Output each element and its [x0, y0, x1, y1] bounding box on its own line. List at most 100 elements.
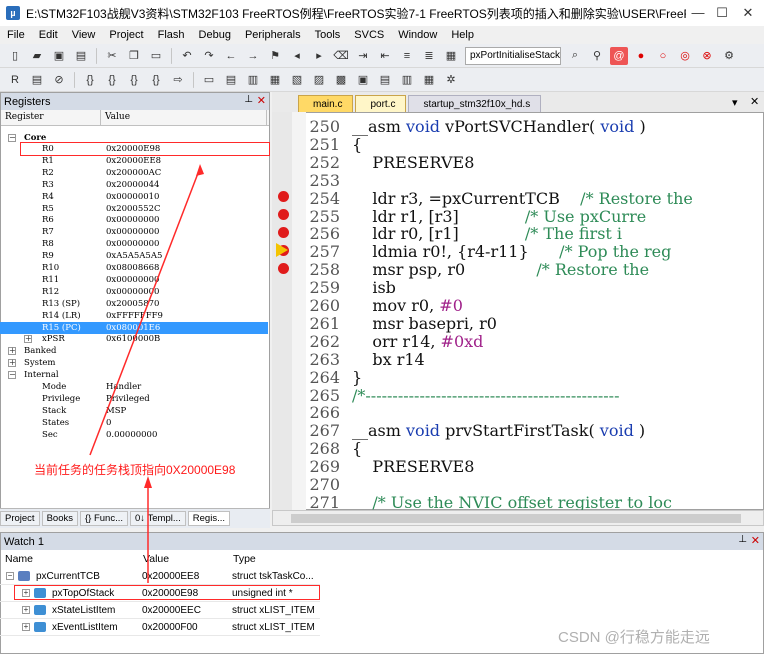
- comment-icon[interactable]: ≡: [398, 47, 416, 65]
- analysis-window-icon[interactable]: ▤: [376, 71, 394, 89]
- indent-icon[interactable]: ⇥: [354, 47, 372, 65]
- code-line[interactable]: }: [352, 368, 362, 387]
- menu-flash[interactable]: Flash: [151, 29, 192, 41]
- enable-breakpoint-icon[interactable]: ○: [654, 47, 672, 65]
- register-value[interactable]: 0x20005870: [106, 298, 159, 310]
- register-value[interactable]: 0x00000000: [106, 274, 159, 286]
- code-line[interactable]: {: [352, 135, 362, 154]
- register-row[interactable]: R7 0x00000000: [0, 226, 268, 238]
- menu-window[interactable]: Window: [391, 29, 444, 41]
- tab-main-c[interactable]: main.c: [298, 95, 354, 112]
- breakpoint-marker[interactable]: [278, 191, 289, 202]
- find-in-files-icon[interactable]: ▦: [442, 47, 460, 65]
- watch-row[interactable]: − pxCurrentTCB 0x20000EE8 struct tskTaskCo.…: [0, 568, 320, 585]
- menu-view[interactable]: View: [65, 29, 103, 41]
- scrollbar-thumb[interactable]: [291, 514, 741, 523]
- tabs-dropdown-icon[interactable]: ▾: [732, 96, 738, 109]
- symbols-window-icon[interactable]: ▥: [244, 71, 262, 89]
- copy-icon[interactable]: ❐: [125, 47, 143, 65]
- tab-functions[interactable]: {} Func...: [79, 511, 129, 526]
- column-type[interactable]: Type: [233, 553, 256, 565]
- uncomment-icon[interactable]: ≣: [420, 47, 438, 65]
- menu-help[interactable]: Help: [444, 29, 481, 41]
- breakpoint-marker[interactable]: [278, 227, 289, 238]
- expand-icon[interactable]: +: [22, 623, 30, 631]
- column-name[interactable]: Name: [5, 553, 33, 565]
- registers-window-icon[interactable]: ▦: [266, 71, 284, 89]
- find-combobox[interactable]: pxPortInitialiseStack: [465, 46, 561, 65]
- tree-node-banked[interactable]: + Banked: [0, 345, 268, 357]
- register-row[interactable]: R15 (PC) 0x080001E6: [0, 321, 268, 334]
- register-value[interactable]: 0x00000000: [106, 226, 159, 238]
- expand-icon[interactable]: +: [22, 606, 30, 614]
- serial-window-icon[interactable]: ▣: [354, 71, 372, 89]
- editor-horizontal-scrollbar[interactable]: [272, 510, 764, 526]
- code-line[interactable]: orr r14, #0xd: [352, 332, 483, 351]
- breakpoint-gutter[interactable]: [272, 112, 292, 510]
- register-value[interactable]: 0x20000EE8: [106, 155, 161, 167]
- bookmark-clear-icon[interactable]: ⌫: [332, 47, 350, 65]
- insert-breakpoint-icon[interactable]: ●: [632, 47, 650, 65]
- tab-templates[interactable]: 0↓ Templ...: [130, 511, 186, 526]
- cut-icon[interactable]: ✂: [103, 47, 121, 65]
- show-next-statement-icon[interactable]: ⇨: [169, 71, 187, 89]
- internal-row[interactable]: Sec 0.00000000: [0, 429, 268, 441]
- tree-node-internal[interactable]: − Internal: [0, 369, 268, 381]
- bookmark-icon[interactable]: ⚑: [266, 47, 284, 65]
- maximize-button[interactable]: ☐: [712, 4, 732, 22]
- step-over-icon[interactable]: {}: [103, 71, 121, 89]
- save-all-icon[interactable]: ▤: [72, 47, 90, 65]
- code-line[interactable]: ldr r3, =pxCurrentTCB /* Restore the: [352, 189, 693, 208]
- toolbox-icon[interactable]: ✲: [442, 71, 460, 89]
- code-line[interactable]: __asm void vPortSVCHandler( void ): [352, 118, 646, 136]
- register-row[interactable]: R6 0x00000000: [0, 214, 268, 226]
- watch-row[interactable]: + xStateListItem 0x20000EEC struct xLIST_IT…: [0, 602, 320, 619]
- code-line[interactable]: isb: [352, 279, 396, 297]
- register-row[interactable]: R13 (SP) 0x20005870: [0, 298, 268, 310]
- code-line[interactable]: bx r14: [352, 350, 424, 369]
- minimize-button[interactable]: —: [688, 4, 708, 22]
- register-value[interactable]: 0x00000000: [106, 286, 159, 298]
- code-line[interactable]: ldr r0, [r1] /* The first i: [352, 225, 622, 243]
- code-line[interactable]: ldmia r0!, {r4-r11} /* Pop the reg: [352, 243, 671, 261]
- undo-icon[interactable]: ↶: [178, 47, 196, 65]
- stop-icon[interactable]: ⊘: [50, 71, 68, 89]
- tab-registers[interactable]: Regis...: [187, 511, 230, 526]
- column-register[interactable]: Register: [1, 110, 101, 125]
- column-value[interactable]: Value: [143, 553, 169, 565]
- editor-close-icon[interactable]: ✕: [750, 95, 759, 108]
- configure-icon[interactable]: ⚙: [720, 47, 738, 65]
- menu-debug[interactable]: Debug: [192, 29, 238, 41]
- step-into-icon[interactable]: {}: [81, 71, 99, 89]
- disable-all-breakpoints-icon[interactable]: ◎: [676, 47, 694, 65]
- menu-tools[interactable]: Tools: [308, 29, 348, 41]
- tab-port-c[interactable]: port.c: [355, 95, 407, 112]
- code-editor[interactable]: [272, 112, 764, 510]
- watch-value[interactable]: 0x20000EEC: [142, 602, 201, 619]
- tree-node-system[interactable]: + System: [0, 357, 268, 369]
- register-value[interactable]: 0x00000010: [106, 191, 159, 203]
- code-line[interactable]: PRESERVE8: [352, 458, 474, 476]
- tab-books[interactable]: Books: [41, 511, 78, 526]
- close-icon[interactable]: ✕: [257, 94, 266, 107]
- find-icon[interactable]: ⌕: [566, 47, 584, 65]
- register-row[interactable]: R3 0x20000044: [0, 179, 268, 191]
- breakpoint-marker[interactable]: [278, 263, 289, 274]
- paste-icon[interactable]: ▭: [147, 47, 165, 65]
- reset-cpu-icon[interactable]: R: [6, 71, 24, 89]
- nav-back-icon[interactable]: ←: [222, 47, 240, 65]
- memory-window-icon[interactable]: ▩: [332, 71, 350, 89]
- register-value[interactable]: 0xA5A5A5A5: [106, 250, 162, 262]
- new-file-icon[interactable]: ▯: [6, 47, 24, 65]
- kill-all-breakpoints-icon[interactable]: ⊗: [698, 47, 716, 65]
- column-value[interactable]: Value: [101, 110, 267, 125]
- command-window-icon[interactable]: ▭: [200, 71, 218, 89]
- run-to-cursor-icon[interactable]: {}: [147, 71, 165, 89]
- register-value[interactable]: 0x08008668: [106, 262, 159, 274]
- disassembly-window-icon[interactable]: ▤: [222, 71, 240, 89]
- register-row[interactable]: R2 0x200000AC: [0, 167, 268, 179]
- collapse-icon[interactable]: −: [6, 572, 14, 580]
- incremental-find-icon[interactable]: ⚲: [588, 47, 606, 65]
- code-line[interactable]: /*--------------------------------------…: [352, 386, 619, 405]
- run-icon[interactable]: ▤: [28, 71, 46, 89]
